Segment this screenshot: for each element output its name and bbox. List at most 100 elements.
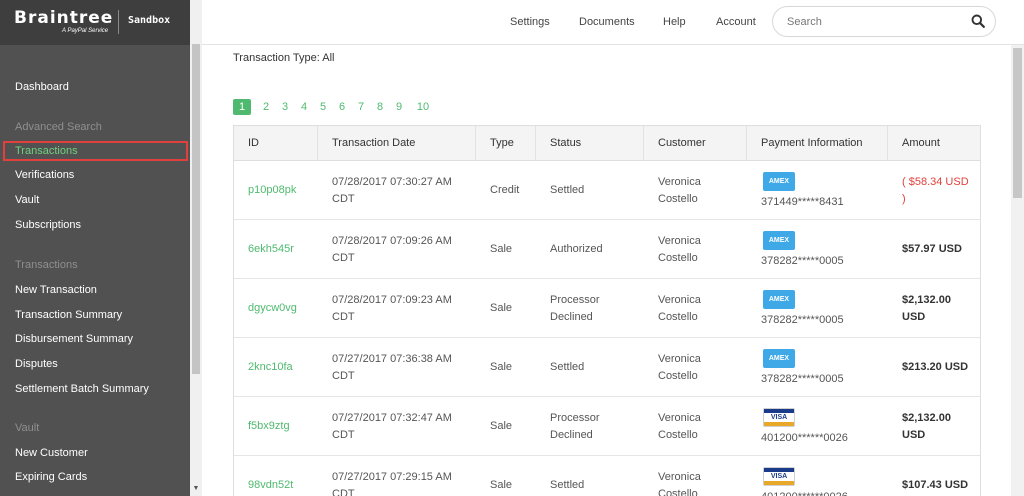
- search-box[interactable]: [772, 6, 996, 37]
- visa-card-icon: VISA: [763, 467, 795, 486]
- customer-name: Veronica Costello: [658, 352, 701, 382]
- column-header-amount[interactable]: Amount: [888, 126, 981, 161]
- sidebar-item-disputes[interactable]: Disputes: [15, 358, 58, 370]
- card-brand-label: AMEX: [768, 296, 790, 303]
- masked-card-number: 378282*****0005: [761, 255, 844, 267]
- transaction-type: Sale: [490, 361, 513, 373]
- search-icon[interactable]: [971, 14, 985, 28]
- sidebar-heading-vault: Vault: [15, 422, 40, 434]
- transaction-date: 07/28/2017 07:09:23 AM CDT: [332, 293, 452, 323]
- card-brand-label: VISA: [770, 414, 788, 421]
- table-row[interactable]: p10p08pk 07/28/2017 07:30:27 AM CDT Credit…: [234, 161, 980, 220]
- sidebar-item-settlement-batch-summary[interactable]: Settlement Batch Summary: [15, 383, 149, 395]
- table-header: ID Transaction Date Type Status Customer Paym…: [234, 126, 980, 161]
- transaction-id-link[interactable]: 6ekh545r: [234, 220, 318, 279]
- sidebar-item-verifications[interactable]: Verifications: [15, 169, 74, 181]
- masked-card-number: 371449*****8431: [761, 196, 844, 208]
- masked-card-number: 401200******0026: [761, 491, 848, 496]
- sidebar-item-disbursement-summary[interactable]: Disbursement Summary: [15, 333, 133, 345]
- payment-information: AMEX 371449*****8431: [747, 161, 888, 220]
- help-link[interactable]: Help: [663, 16, 686, 28]
- sidebar: Braintree A PayPal Service Sandbox Dashb…: [0, 0, 202, 496]
- customer-name: Veronica Costello: [658, 293, 701, 323]
- page-4-link[interactable]: 4: [295, 99, 313, 115]
- table-row[interactable]: 6ekh545r 07/28/2017 07:09:26 AM CDT Sale Au…: [234, 220, 980, 279]
- page-3-link[interactable]: 3: [276, 99, 294, 115]
- braintree-logo: Braintree: [14, 8, 114, 28]
- page-10-link[interactable]: 10: [412, 99, 434, 115]
- column-header-transaction-date[interactable]: Transaction Date: [318, 126, 476, 161]
- sidebar-item-transaction-summary[interactable]: Transaction Summary: [15, 309, 122, 321]
- transaction-type: Sale: [490, 420, 513, 432]
- customer-name: Veronica Costello: [658, 411, 701, 441]
- sidebar-scrollbar-thumb[interactable]: [192, 44, 200, 374]
- page-2-link[interactable]: 2: [257, 99, 275, 115]
- payment-information: AMEX 378282*****0005: [747, 220, 888, 279]
- sidebar-item-dashboard[interactable]: Dashboard: [15, 81, 69, 93]
- transaction-id-link[interactable]: 2knc10fa: [234, 338, 318, 397]
- transaction-type-filter: Transaction Type: All: [233, 52, 335, 64]
- transaction-id-link[interactable]: f5bx9ztg: [234, 397, 318, 456]
- transaction-status: Settled: [550, 184, 585, 196]
- visa-card-icon: VISA: [763, 408, 795, 427]
- sidebar-item-vault[interactable]: Vault: [15, 194, 39, 206]
- search-input[interactable]: [787, 13, 957, 30]
- sidebar-item-transactions-active[interactable]: Transactions: [3, 141, 188, 161]
- page-7-link[interactable]: 7: [352, 99, 370, 115]
- transaction-date: 07/27/2017 07:29:15 AM CDT: [332, 470, 452, 496]
- transaction-status: Authorized: [550, 243, 603, 255]
- transaction-type: Sale: [490, 479, 513, 491]
- transaction-date: 07/27/2017 07:36:38 AM CDT: [332, 352, 452, 382]
- amex-card-icon: AMEX: [763, 172, 795, 191]
- card-brand-label: AMEX: [768, 355, 790, 362]
- transaction-status: Processor Declined: [550, 411, 600, 441]
- column-header-id[interactable]: ID: [234, 126, 318, 161]
- transaction-amount: $57.97 USD: [902, 243, 962, 255]
- table-row[interactable]: 2knc10fa 07/27/2017 07:36:38 AM CDT Sale Se…: [234, 338, 980, 397]
- sidebar-item-expiring-cards[interactable]: Expiring Cards: [15, 471, 87, 483]
- transactions-table: ID Transaction Date Type Status Customer Paym…: [233, 125, 981, 496]
- transaction-status: Settled: [550, 361, 585, 373]
- masked-card-number: 401200******0026: [761, 432, 848, 444]
- transaction-status: Processor Declined: [550, 293, 600, 323]
- payment-information: VISA 401200******0026: [747, 456, 888, 496]
- environment-label: Sandbox: [128, 15, 171, 26]
- transaction-amount: ( $58.34 USD ): [902, 175, 969, 205]
- sidebar-item-new-transaction[interactable]: New Transaction: [15, 284, 97, 296]
- amex-card-icon: AMEX: [763, 231, 795, 250]
- customer-name: Veronica Costello: [658, 470, 701, 496]
- page-8-link[interactable]: 8: [371, 99, 389, 115]
- masked-card-number: 378282*****0005: [761, 314, 844, 326]
- page-1-link[interactable]: 1: [233, 99, 251, 115]
- account-link[interactable]: Account: [716, 16, 756, 28]
- transaction-id-link[interactable]: p10p08pk: [234, 161, 318, 220]
- scroll-down-arrow-icon[interactable]: ▼: [191, 484, 201, 494]
- column-header-status[interactable]: Status: [536, 126, 644, 161]
- transaction-amount: $2,132.00 USD: [902, 293, 951, 323]
- sidebar-item-new-customer[interactable]: New Customer: [15, 447, 88, 459]
- column-header-payment-information[interactable]: Payment Information: [747, 126, 888, 161]
- transaction-amount: $107.43 USD: [902, 479, 969, 491]
- settings-link[interactable]: Settings: [510, 16, 550, 28]
- card-brand-label: AMEX: [768, 237, 790, 244]
- column-header-customer[interactable]: Customer: [644, 126, 747, 161]
- brand-divider: [118, 10, 119, 34]
- table-row[interactable]: 98vdn52t 07/27/2017 07:29:15 AM CDT Sale Se…: [234, 456, 980, 496]
- documents-link[interactable]: Documents: [579, 16, 635, 28]
- sidebar-item-subscriptions[interactable]: Subscriptions: [15, 219, 81, 231]
- page-9-link[interactable]: 9: [390, 99, 408, 115]
- table-body: p10p08pk 07/28/2017 07:30:27 AM CDT Credit…: [234, 161, 980, 496]
- page-6-link[interactable]: 6: [333, 99, 351, 115]
- page-5-link[interactable]: 5: [314, 99, 332, 115]
- table-row[interactable]: f5bx9ztg 07/27/2017 07:32:47 AM CDT Sale Pr…: [234, 397, 980, 456]
- transaction-id-link[interactable]: dgycw0vg: [234, 279, 318, 338]
- table-row[interactable]: dgycw0vg 07/28/2017 07:09:23 AM CDT Sale Pr…: [234, 279, 980, 338]
- payment-information: AMEX 378282*****0005: [747, 338, 888, 397]
- masked-card-number: 378282*****0005: [761, 373, 844, 385]
- sidebar-nav: Dashboard Advanced Search Transactions Veri…: [0, 45, 190, 496]
- card-brand-label: VISA: [770, 473, 788, 480]
- page-scrollbar-thumb[interactable]: [1013, 48, 1022, 198]
- brand-header[interactable]: Braintree A PayPal Service Sandbox: [0, 0, 190, 45]
- column-header-type[interactable]: Type: [476, 126, 536, 161]
- transaction-id-link[interactable]: 98vdn52t: [234, 456, 318, 496]
